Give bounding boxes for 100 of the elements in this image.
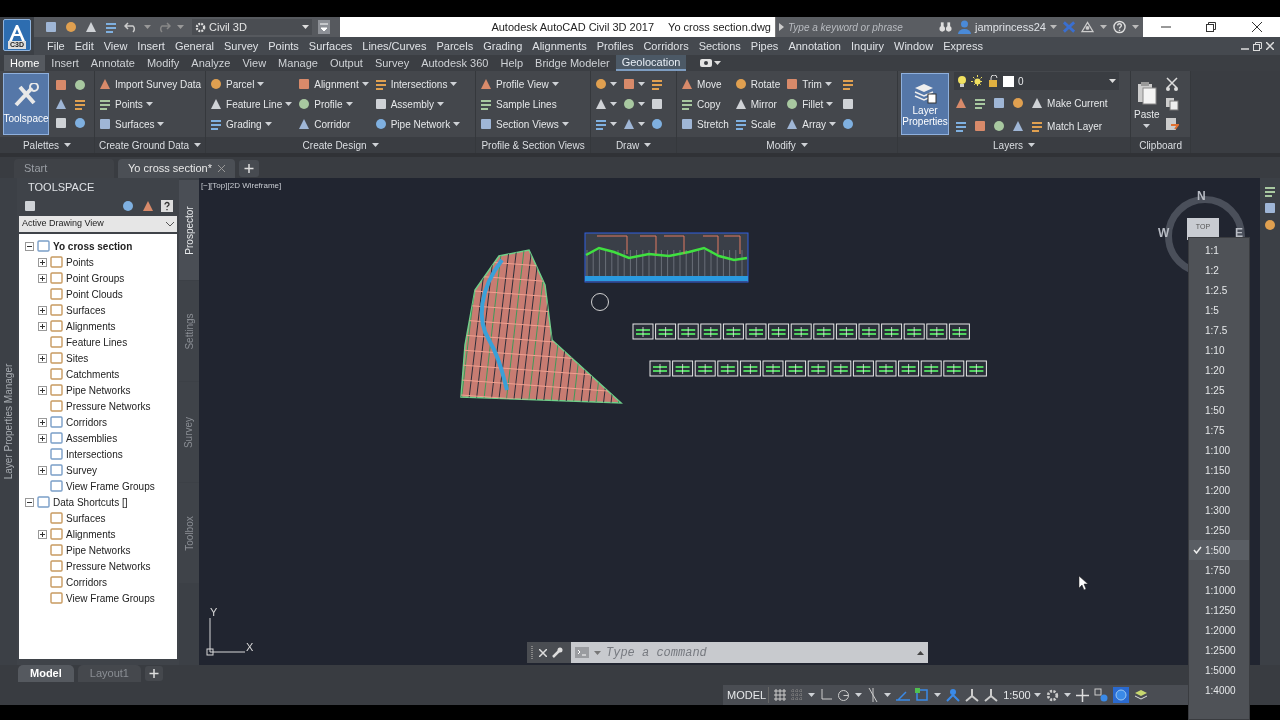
tree-item[interactable]: Assemblies xyxy=(66,430,118,446)
tool-icon[interactable] xyxy=(73,116,87,130)
tool-icon[interactable] xyxy=(98,97,112,111)
scale-menu-item[interactable]: 1:2.5 xyxy=(1189,280,1249,300)
tree-item[interactable]: Sites xyxy=(66,350,89,366)
tool-icon[interactable] xyxy=(841,117,856,131)
ribbon-tab[interactable]: Home xyxy=(4,55,46,71)
navigation-tool-icon[interactable] xyxy=(1263,201,1277,215)
tool-icon[interactable] xyxy=(373,97,388,111)
menu-item[interactable]: Window xyxy=(889,37,939,55)
tree-item[interactable]: Catchments xyxy=(66,366,120,382)
scale-menu-item[interactable]: 1:2500 xyxy=(1189,640,1249,660)
compass-label[interactable]: N xyxy=(1197,187,1206,205)
tool-icon[interactable] xyxy=(209,97,224,111)
ribbon-tab[interactable]: Survey xyxy=(368,55,416,71)
navigation-tool-icon[interactable] xyxy=(1263,184,1277,198)
expand-icon[interactable] xyxy=(38,305,47,315)
draw-tool-button[interactable] xyxy=(650,77,665,91)
paste-button[interactable]: Paste xyxy=(1134,80,1160,128)
ribbon-panel-title[interactable]: Palettes xyxy=(0,137,94,153)
tool-icon[interactable] xyxy=(297,97,312,111)
tool-icon[interactable] xyxy=(73,97,87,111)
tree-item[interactable]: Points xyxy=(66,254,94,270)
scale-menu-item[interactable]: 1:75 xyxy=(1189,420,1249,440)
expand-icon[interactable] xyxy=(38,385,47,395)
isometric-icon[interactable] xyxy=(867,688,880,702)
scale-menu-item[interactable]: 1:300 xyxy=(1189,500,1249,520)
scale-menu-item[interactable]: 1:2 xyxy=(1189,260,1249,280)
tool-icon[interactable] xyxy=(680,117,695,131)
scale-menu-item[interactable]: 1:250 xyxy=(1189,520,1249,540)
search-field[interactable]: Type a keyword or phrase xyxy=(775,17,935,37)
tool-icon[interactable] xyxy=(973,96,988,110)
menu-item[interactable]: Annotation xyxy=(783,37,846,55)
menu-item[interactable]: File xyxy=(42,37,70,55)
ribbon-panel-title[interactable]: Clipboard xyxy=(1131,137,1191,153)
layer-properties-button[interactable]: Layer Properties xyxy=(901,73,950,135)
tree-item[interactable]: Pipe Networks xyxy=(66,542,131,558)
tree-item[interactable]: Survey xyxy=(66,462,98,478)
tree-item[interactable]: View Frame Groups xyxy=(66,590,155,606)
model-space-button[interactable]: MODEL xyxy=(725,686,770,704)
tool-icon[interactable] xyxy=(1030,96,1045,110)
tree-item[interactable]: Surfaces xyxy=(66,302,106,318)
scale-menu-item[interactable]: 1:1250 xyxy=(1189,600,1249,620)
view-dropdown[interactable]: Active Drawing View xyxy=(19,216,177,232)
ribbon-button[interactable]: Trim xyxy=(785,74,837,94)
tool-icon[interactable] xyxy=(479,97,494,111)
tree-item[interactable]: Intersections xyxy=(66,446,123,462)
command-input[interactable]: Type a command xyxy=(606,643,912,662)
tool-icon[interactable] xyxy=(98,117,112,131)
ribbon-button[interactable]: Array xyxy=(785,114,837,134)
ribbon-button[interactable]: Alignment xyxy=(297,74,369,94)
scale-menu-item[interactable]: 1:750 xyxy=(1189,560,1249,580)
menu-item[interactable]: Sections xyxy=(693,37,746,55)
menu-item[interactable]: Edit xyxy=(69,37,99,55)
tool-icon[interactable] xyxy=(54,97,68,111)
tool-icon[interactable] xyxy=(209,77,224,91)
scale-menu-item[interactable]: 1:1000 xyxy=(1189,580,1249,600)
tool-icon[interactable] xyxy=(992,96,1007,110)
menu-item[interactable]: Alignments xyxy=(527,37,592,55)
scale-menu-item[interactable]: 1:4000 xyxy=(1189,680,1249,700)
menu-item[interactable]: Insert xyxy=(132,37,170,55)
navigation-tool-icon[interactable] xyxy=(1263,218,1277,232)
draw-tool-button[interactable] xyxy=(622,77,646,91)
ribbon-button[interactable]: Move xyxy=(680,74,729,94)
ribbon-button[interactable]: Feature Line xyxy=(209,94,293,114)
tool-icon[interactable] xyxy=(973,119,988,133)
tool-icon[interactable] xyxy=(680,97,695,111)
expand-icon[interactable] xyxy=(38,529,47,539)
scale-menu-item[interactable]: 1:150 xyxy=(1189,460,1249,480)
tool-icon[interactable] xyxy=(1030,119,1045,133)
tool-icon[interactable] xyxy=(479,117,494,131)
scale-menu-item[interactable]: 1:50 xyxy=(1189,400,1249,420)
ribbon-button[interactable]: Intersections xyxy=(373,74,461,94)
ribbon-panel-title[interactable]: Create Ground Data xyxy=(95,137,206,153)
tool-icon[interactable] xyxy=(992,119,1007,133)
tool-icon[interactable] xyxy=(733,97,748,111)
tree-item[interactable]: Feature Lines xyxy=(66,334,128,350)
help-icon[interactable] xyxy=(1113,20,1126,34)
menu-item[interactable]: View xyxy=(98,37,133,55)
tool-icon[interactable] xyxy=(733,117,748,131)
auto-scale-icon[interactable] xyxy=(965,688,980,702)
collapse-icon[interactable] xyxy=(25,497,34,507)
search-input[interactable]: Type a keyword or phrase xyxy=(788,19,932,35)
tree-item[interactable]: Point Groups xyxy=(66,270,125,286)
ribbon-button[interactable]: Stretch xyxy=(680,114,729,134)
expand-icon[interactable] xyxy=(38,257,47,267)
ribbon-button[interactable]: Parcel xyxy=(209,74,293,94)
tool-icon[interactable] xyxy=(297,117,312,131)
tree-item[interactable]: Point Clouds xyxy=(66,286,123,302)
tool-icon[interactable] xyxy=(733,77,748,91)
layout-tab[interactable]: Model xyxy=(18,665,74,682)
ribbon-button[interactable]: Mirror xyxy=(733,94,781,114)
ribbon-tab[interactable]: Insert xyxy=(45,55,85,71)
toolspace-button[interactable]: Toolspace xyxy=(3,73,49,135)
isolate-objects-icon[interactable] xyxy=(1093,688,1108,702)
scale-menu-item[interactable]: 1:100 xyxy=(1189,440,1249,460)
ribbon-button[interactable]: Make Current xyxy=(1030,93,1108,113)
draw-tool-button[interactable] xyxy=(594,77,618,91)
restore-icon[interactable] xyxy=(1206,22,1217,32)
object-snap-icon[interactable] xyxy=(915,688,930,702)
